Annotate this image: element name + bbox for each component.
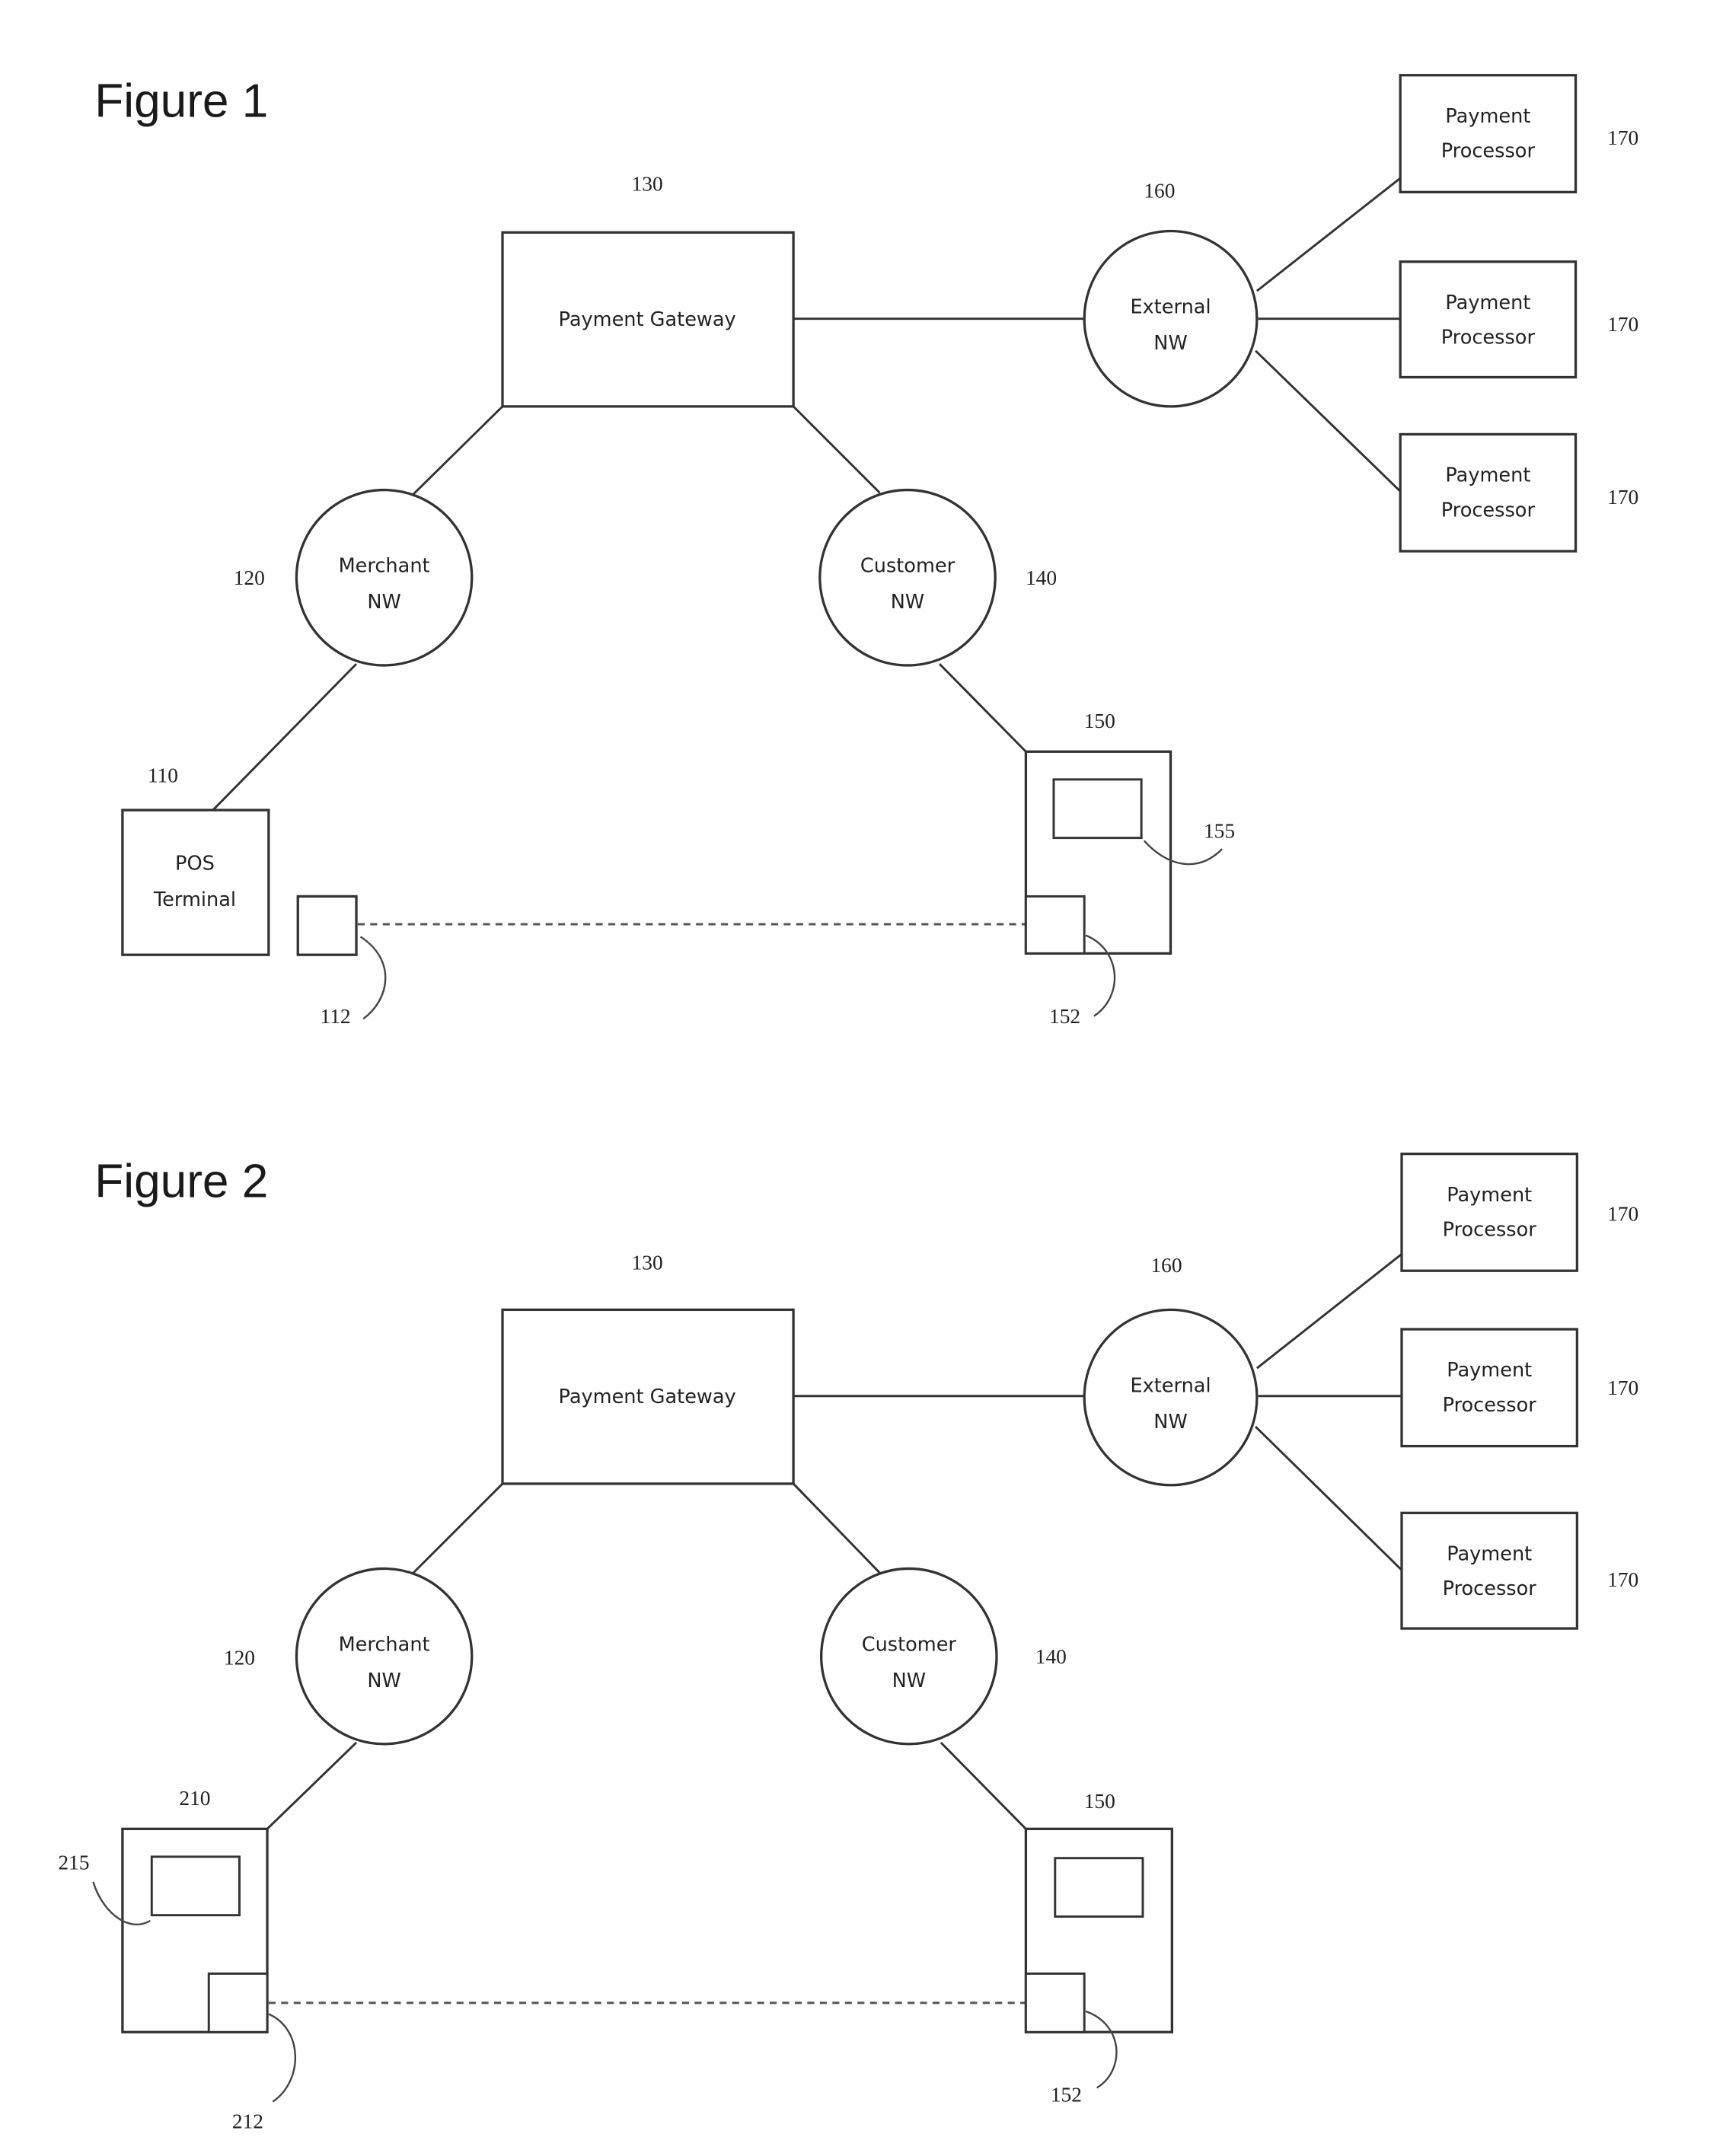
ref-130: 130 [632,1251,663,1274]
customer-nw-label-line1: Customer [860,554,956,577]
leader-212 [268,2013,296,2103]
payment-gateway-node: Payment Gateway 130 [501,1251,795,1485]
external-processor3-link [1255,1425,1403,1571]
external-nw-label-line2: NW [1153,1411,1187,1434]
ref-130: 130 [632,173,663,196]
customer-device-reader [1024,1973,1086,2033]
merchant-nw-label-line1: Merchant [339,1633,430,1656]
ref-120: 120 [234,566,265,589]
merchant-device-link [266,1741,358,1830]
payment-gateway-label: Payment Gateway [559,308,736,331]
payment-processor-node: Payment Processor 170 [1399,74,1638,193]
external-processor1-link [1255,1253,1402,1370]
external-processor3-link [1255,349,1402,493]
ref-170: 170 [1607,1568,1638,1591]
customer-nw-label-line1: Customer [862,1633,957,1656]
ref-170: 170 [1607,486,1638,509]
customer-device-screen [1054,1857,1144,1918]
processor-label-line2: Processor [1443,1394,1537,1417]
ref-170: 170 [1607,1202,1638,1225]
merchant-network-node: Merchant NW 120 [224,1567,474,1746]
ref-170: 170 [1607,126,1638,149]
customer-device-reader [1024,895,1086,955]
processor-label-line1: Payment [1447,1184,1532,1207]
processor-label-line1: Payment [1445,464,1530,487]
processor-label-line2: Processor [1441,499,1536,521]
gateway-customer-link [793,1482,881,1574]
customer-device-screen [1052,778,1143,840]
merchant-device-node: 210 215 212 [58,1787,296,2132]
ref-170: 170 [1607,1376,1638,1399]
gateway-merchant-link [411,1482,504,1575]
payment-processor-node: Payment Processor 170 [1400,1511,1638,1630]
payment-processor-node: Payment Processor 170 [1400,1328,1638,1448]
ref-112: 112 [321,1005,351,1028]
ref-150: 150 [1084,1790,1115,1813]
processor-label-line2: Processor [1441,140,1536,163]
payment-processor-node: Payment Processor 170 [1399,432,1638,553]
merchant-pos-link [212,663,358,812]
ref-160: 160 [1144,180,1175,203]
payment-processor-node: Payment Processor 170 [1400,1152,1638,1272]
pos-label-line2: Terminal [153,888,236,911]
ref-212: 212 [232,2110,263,2132]
figure-1: Figure 1 Payment Gateway 130 External NW… [94,74,1638,1028]
figure-2: Figure 2 Payment Gateway 130 External NW… [58,1152,1638,2132]
processor-label-line2: Processor [1443,1577,1537,1600]
customer-device-link [940,1741,1027,1830]
customer-network-node: Customer NW 140 [820,1567,1067,1746]
customer-network-node: Customer NW 140 [818,488,1057,667]
gateway-customer-link [793,405,881,494]
ref-215: 215 [58,1851,89,1874]
figure-1-title: Figure 1 [94,75,268,128]
ref-155: 155 [1204,820,1235,843]
pos-label-line1: POS [175,853,215,875]
customer-device-node: 150 155 152 [1024,710,1235,1028]
external-nw-label-line1: External [1130,295,1211,318]
processor-label-line1: Payment [1447,1542,1532,1565]
ref-140: 140 [1035,1645,1067,1668]
leader-112 [359,936,387,1020]
merchant-device-screen [150,1855,241,1917]
gateway-merchant-link [411,405,504,496]
external-nw-label-line1: External [1130,1374,1211,1397]
payment-gateway-node: Payment Gateway 130 [501,173,795,408]
merchant-nw-label-line2: NW [367,591,400,614]
external-processor1-link [1255,177,1402,292]
merchant-nw-label-line1: Merchant [339,554,430,577]
payment-processor-node: Payment Processor 170 [1399,260,1638,379]
processor-label-line1: Payment [1447,1359,1532,1382]
customer-nw-label-line2: NW [891,591,924,614]
processor-label-line1: Payment [1445,105,1530,128]
ref-120: 120 [224,1647,255,1670]
processor-label-line2: Processor [1441,327,1536,349]
pos-terminal-node: POS Terminal 110 [121,764,270,956]
processor-label-line1: Payment [1445,292,1530,314]
customer-device-node: 150 152 [1024,1790,1174,2107]
processor-label-line2: Processor [1443,1219,1537,1242]
customer-device-link [939,663,1027,753]
external-network-node: External NW 160 [1083,1254,1259,1487]
ref-150: 150 [1084,710,1115,732]
pos-reader-node: 112 [296,895,387,1028]
external-nw-label-line2: NW [1153,332,1187,355]
ref-170: 170 [1607,313,1638,336]
ref-160: 160 [1150,1254,1182,1277]
patent-drawing-sheet: Figure 1 Payment Gateway 130 External NW… [58,74,1638,2132]
ref-152: 152 [1049,1005,1080,1028]
merchant-network-node: Merchant NW 120 [234,488,474,667]
customer-nw-label-line2: NW [892,1670,926,1692]
figure-2-title: Figure 2 [94,1155,268,1207]
ref-140: 140 [1026,566,1057,589]
ref-210: 210 [179,1787,210,1810]
external-network-node: External NW 160 [1083,180,1259,408]
ref-152: 152 [1051,2084,1082,2107]
payment-gateway-label: Payment Gateway [559,1386,736,1408]
ref-110: 110 [148,764,178,787]
merchant-nw-label-line2: NW [367,1670,400,1692]
merchant-device-reader [207,1973,269,2033]
